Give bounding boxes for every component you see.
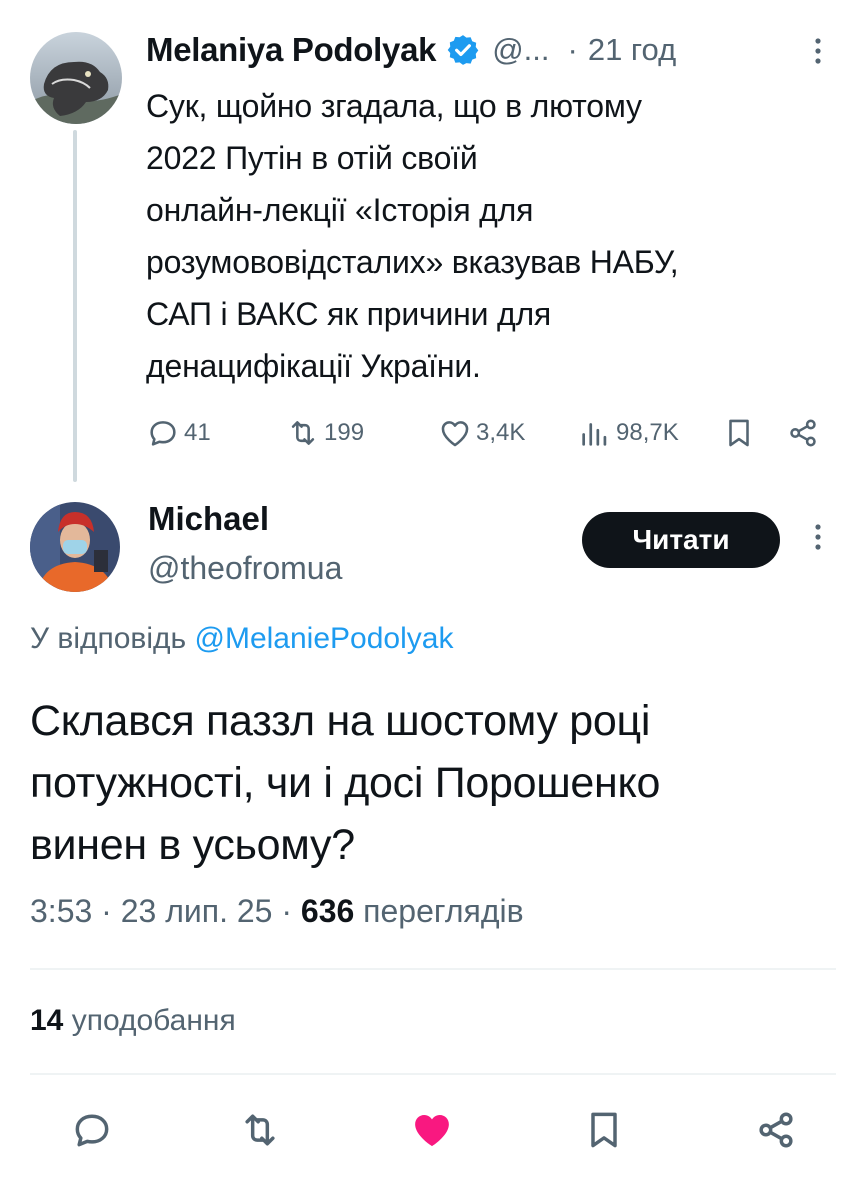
parent-author-name[interactable]: Melaniya Podolyak	[146, 31, 436, 69]
reply-author-handle[interactable]: @theofromua	[148, 550, 342, 587]
parent-tweet-actions: 41 199 3,4K 98,7K	[146, 408, 836, 458]
tweet-views-count: 636	[300, 893, 355, 929]
share-button[interactable]	[752, 1106, 800, 1154]
retweet-count: 199	[324, 419, 365, 446]
reply-icon	[150, 421, 176, 446]
like-count: 3,4K	[476, 419, 526, 446]
like-button-active[interactable]	[408, 1106, 456, 1154]
parent-tweet-header: Melaniya Podolyak @... · 21 год	[146, 28, 834, 72]
views-count: 98,7K	[616, 419, 679, 446]
replying-to-mention[interactable]: @MelaniePodolyak	[195, 622, 454, 655]
reply-tweet-text: Склався паззл на шостому році потужності…	[30, 697, 661, 869]
more-vertical-icon[interactable]	[808, 36, 828, 66]
retweet-button[interactable]	[236, 1106, 284, 1154]
separator-dot: ·	[281, 893, 301, 929]
follow-button[interactable]: Читати	[582, 512, 780, 568]
tweet-date[interactable]: 23 лип. 25	[121, 893, 273, 929]
likes-summary[interactable]: 14 уподобання	[30, 1004, 236, 1038]
divider	[30, 968, 836, 970]
bookmark-icon	[729, 419, 749, 447]
tweet-meta: 3:53 · 23 лип. 25 · 636 переглядів	[30, 893, 524, 930]
more-vertical-icon[interactable]	[808, 522, 828, 552]
bookmark-button[interactable]	[722, 408, 756, 458]
replying-to-line: У відповідь @MelaniePodolyak	[30, 622, 453, 656]
reply-icon	[75, 1114, 109, 1147]
replying-to-label: У відповідь	[30, 622, 187, 655]
share-icon	[759, 1112, 793, 1148]
bookmark-icon	[591, 1112, 617, 1148]
tweet-action-bar	[0, 1100, 864, 1160]
likes-count: 14	[30, 1004, 64, 1037]
thread-connector-line	[73, 130, 77, 482]
tweet-time[interactable]: 3:53	[30, 893, 92, 929]
heart-icon	[441, 421, 469, 447]
views-button[interactable]: 98,7K	[578, 408, 679, 458]
separator-dot: ·	[567, 32, 578, 67]
share-icon	[790, 419, 816, 447]
views-icon	[582, 423, 607, 446]
parent-tweet-text: Сук, щойно згадала, що в лютому 2022 Пут…	[146, 88, 679, 384]
separator-dot: ·	[101, 893, 121, 929]
share-button[interactable]	[786, 408, 820, 458]
parent-author-handle[interactable]: @...	[492, 32, 549, 68]
divider	[30, 1073, 836, 1075]
reply-count: 41	[184, 419, 211, 446]
reply-author-avatar[interactable]	[30, 502, 120, 592]
retweet-icon	[245, 1114, 275, 1146]
reply-author-name[interactable]: Michael	[148, 500, 269, 538]
heart-filled-icon	[415, 1114, 449, 1147]
like-button[interactable]: 3,4K	[438, 408, 525, 458]
retweet-button[interactable]: 199	[286, 408, 364, 458]
parent-tweet-time[interactable]: 21 год	[588, 32, 676, 68]
bookmark-button[interactable]	[580, 1106, 628, 1154]
parent-author-avatar[interactable]	[30, 32, 122, 124]
likes-label: уподобання	[71, 1004, 236, 1037]
verified-badge-icon	[446, 33, 480, 67]
tweet-views-label: переглядів	[363, 893, 524, 929]
reply-button[interactable]	[68, 1106, 116, 1154]
reply-button[interactable]: 41	[146, 408, 211, 458]
retweet-icon	[291, 421, 315, 445]
